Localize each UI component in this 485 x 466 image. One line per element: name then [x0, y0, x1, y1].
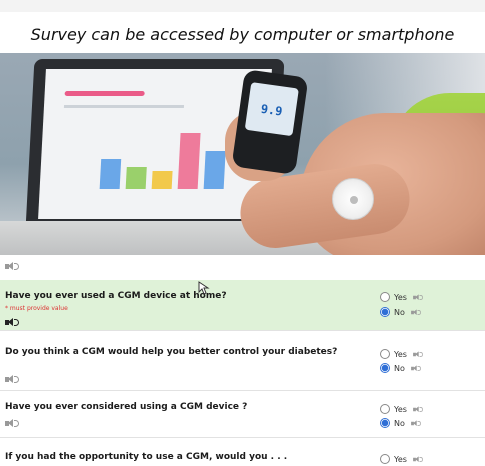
screen-bar — [203, 151, 226, 189]
radio-icon[interactable] — [380, 454, 390, 464]
option-label: Yes — [394, 454, 407, 464]
divider — [0, 437, 485, 438]
radio-selected-icon[interactable] — [380, 418, 390, 428]
top-strip — [0, 0, 485, 12]
option-label: No — [394, 363, 405, 373]
option-audio-icon[interactable] — [413, 293, 423, 300]
option-audio-icon[interactable] — [413, 405, 423, 412]
sensor-center — [350, 196, 358, 204]
option-label: No — [394, 307, 405, 317]
radio-selected-icon[interactable] — [380, 307, 390, 317]
option-audio-icon[interactable] — [410, 419, 421, 426]
question-1-audio-icon[interactable] — [5, 318, 19, 327]
q3-option-yes[interactable]: Yes — [380, 404, 425, 414]
screen-bar — [125, 167, 147, 189]
question-text-4: If you had the opportunity to use a CGM,… — [5, 452, 288, 462]
q4-option-yes[interactable]: Yes — [380, 454, 425, 464]
option-audio-icon[interactable] — [413, 455, 423, 462]
screen-bar — [177, 133, 201, 189]
option-label: Yes — [394, 292, 407, 302]
question-text-1: Have you ever used a CGM device at home? — [5, 291, 227, 301]
option-audio-icon[interactable] — [410, 308, 421, 315]
reader-screen: 9.9 — [244, 82, 299, 137]
question-text-2: Do you think a CGM would help you better… — [5, 347, 338, 357]
cgm-reader-device: 9.9 — [231, 69, 309, 175]
q3-option-no[interactable]: No — [380, 418, 423, 428]
screen-bar — [151, 171, 173, 189]
radio-icon[interactable] — [380, 404, 390, 414]
q2-option-no[interactable]: No — [380, 363, 423, 373]
cgm-sensor-patch — [332, 178, 374, 220]
option-audio-icon[interactable] — [410, 364, 421, 371]
radio-selected-icon[interactable] — [380, 363, 390, 373]
cgm-photo: 9.9 — [0, 53, 485, 255]
radio-icon[interactable] — [380, 292, 390, 302]
question-3-audio-icon[interactable] — [5, 419, 19, 428]
option-label: No — [394, 418, 405, 428]
screen-pink-line — [64, 91, 145, 96]
option-label: Yes — [394, 404, 407, 414]
mouse-cursor-icon — [198, 281, 210, 295]
survey-caption: Survey can be accessed by computer or sm… — [30, 25, 455, 44]
radio-icon[interactable] — [380, 349, 390, 359]
question-text-3: Have you ever considered using a CGM dev… — [5, 402, 248, 412]
question-row-1 — [0, 280, 485, 330]
q1-option-no[interactable]: No — [380, 307, 423, 317]
photo-audio-icon[interactable] — [5, 262, 19, 271]
option-audio-icon[interactable] — [413, 350, 423, 357]
screen-bar — [99, 159, 122, 189]
divider — [0, 390, 485, 391]
required-note: * must provide value — [5, 305, 68, 312]
question-2-audio-icon[interactable] — [5, 375, 19, 384]
option-label: Yes — [394, 349, 407, 359]
q2-option-yes[interactable]: Yes — [380, 349, 425, 359]
screen-gray-line — [63, 105, 185, 108]
divider — [0, 330, 485, 331]
q1-option-yes[interactable]: Yes — [380, 292, 425, 302]
